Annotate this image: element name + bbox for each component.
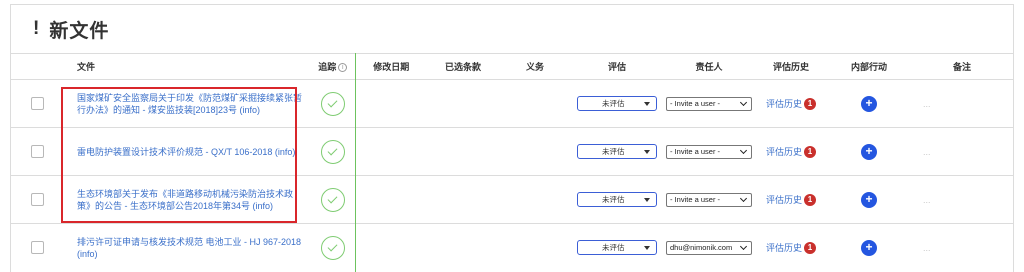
table-header-row: 文件 追踪 i 修改日期 已选条款 义务 评估 责任人 评估历史 内部行动 备注 <box>11 53 1013 80</box>
section-title: 新文件 <box>49 20 110 42</box>
evaluation-select[interactable]: 未评估 <box>577 96 657 111</box>
evaluation-value: 未评估 <box>602 147 625 156</box>
evaluation-select[interactable]: 未评估 <box>577 240 657 256</box>
caret-down-icon <box>644 149 650 154</box>
caret-down-icon <box>644 101 650 106</box>
plus-icon[interactable]: + <box>861 95 877 112</box>
history-count-badge: 1 <box>804 97 816 110</box>
evaluation-column-header: 评估 <box>571 53 663 80</box>
note-cell[interactable]: ... <box>911 223 1013 272</box>
selected-clauses-column-header: 已选条款 <box>427 53 499 80</box>
history-link[interactable]: 评估历史 <box>766 195 802 205</box>
history-link[interactable]: 评估历史 <box>766 243 802 253</box>
modified-cell <box>355 127 427 176</box>
table-row: 国家煤矿安全监察局关于印发《防范煤矿采掘接续紧张暂行办法》的通知 - 煤安监技装… <box>11 79 1013 128</box>
note-cell[interactable]: ... <box>911 127 1013 176</box>
selected-clauses-cell <box>427 175 499 224</box>
check-circle-icon[interactable] <box>320 139 345 164</box>
document-link[interactable]: 生态环境部关于发布《非道路移动机械污染防治技术政策》的公告 - 生态环境部公告2… <box>77 188 303 212</box>
note-cell[interactable]: ... <box>911 79 1013 128</box>
duty-cell <box>499 127 571 176</box>
history-count-badge: 1 <box>804 193 816 206</box>
evaluation-value: 未评估 <box>602 99 625 108</box>
alert-icon: ! <box>33 18 40 39</box>
selected-clauses-cell <box>427 223 499 272</box>
duty-cell <box>499 223 571 272</box>
selected-clauses-cell <box>427 79 499 128</box>
history-column-header: 评估历史 <box>755 53 827 80</box>
row-checkbox[interactable] <box>30 241 44 255</box>
modified-cell <box>355 79 427 128</box>
document-link[interactable]: 国家煤矿安全监察局关于印发《防范煤矿采掘接续紧张暂行办法》的通知 - 煤安监技装… <box>77 92 303 116</box>
history-link[interactable]: 评估历史 <box>766 147 802 157</box>
note-column-header: 备注 <box>911 53 1013 80</box>
document-link[interactable]: 排污许可证申请与核发技术规范 电池工业 - HJ 967-2018 (info) <box>77 236 303 260</box>
plus-icon[interactable]: + <box>861 191 877 208</box>
chevron-down-icon <box>739 194 748 202</box>
duty-column-header: 义务 <box>499 53 571 80</box>
section-header: ! 新文件 <box>11 5 1013 53</box>
note-cell[interactable]: ... <box>911 175 1013 224</box>
check-circle-icon[interactable] <box>320 235 345 260</box>
chevron-down-icon <box>739 242 748 250</box>
caret-down-icon <box>644 197 650 202</box>
new-documents-panel: ! 新文件 文件 追踪 i 修改日期 已选条款 义务 评估 责任人 评估历史 内… <box>10 4 1014 272</box>
document-link[interactable]: 雷电防护装置设计技术评价规范 - QX/T 106-2018 (info) <box>77 146 303 158</box>
owner-select[interactable]: dhu@nimonik.com <box>666 240 752 255</box>
tracking-column-label: 追踪 <box>318 62 337 72</box>
chevron-down-icon <box>739 98 748 106</box>
plus-icon[interactable]: + <box>861 239 877 256</box>
modified-column-header: 修改日期 <box>355 53 427 80</box>
select-column-header <box>11 53 63 80</box>
row-checkbox[interactable] <box>30 97 44 110</box>
history-count-badge: 1 <box>804 241 816 254</box>
caret-down-icon <box>644 245 650 250</box>
history-count-badge: 1 <box>804 145 816 158</box>
chevron-down-icon <box>739 146 748 154</box>
action-column-header: 内部行动 <box>827 53 911 80</box>
owner-select[interactable]: - Invite a user - <box>666 144 752 159</box>
table-row: 排污许可证申请与核发技术规范 电池工业 - HJ 967-2018 (info)… <box>11 223 1013 272</box>
check-circle-icon[interactable] <box>320 187 345 212</box>
duty-cell <box>499 175 571 224</box>
table-row: 雷电防护装置设计技术评价规范 - QX/T 106-2018 (info) 未评… <box>11 127 1013 176</box>
documents-table: 文件 追踪 i 修改日期 已选条款 义务 评估 责任人 评估历史 内部行动 备注 … <box>11 53 1013 272</box>
owner-value: - Invite a user - <box>670 147 721 156</box>
evaluation-select[interactable]: 未评估 <box>577 144 657 159</box>
table-row: 生态环境部关于发布《非道路移动机械污染防治技术政策》的公告 - 生态环境部公告2… <box>11 175 1013 224</box>
check-circle-icon[interactable] <box>320 91 345 116</box>
modified-cell <box>355 223 427 272</box>
evaluation-value: 未评估 <box>602 243 625 253</box>
owner-select[interactable]: - Invite a user - <box>666 192 752 207</box>
plus-icon[interactable]: + <box>861 143 877 160</box>
owner-value: - Invite a user - <box>670 99 721 108</box>
tracking-column-header: 追踪 i <box>311 53 356 80</box>
owner-select[interactable]: - Invite a user - <box>666 96 752 111</box>
owner-value: - Invite a user - <box>670 195 721 204</box>
selected-clauses-cell <box>427 127 499 176</box>
row-checkbox[interactable] <box>30 193 44 206</box>
evaluation-value: 未评估 <box>602 195 625 204</box>
owner-column-header: 责任人 <box>663 53 755 80</box>
modified-cell <box>355 175 427 224</box>
owner-value: dhu@nimonik.com <box>670 243 733 253</box>
document-column-header: 文件 <box>63 53 311 80</box>
history-link[interactable]: 评估历史 <box>766 99 802 109</box>
info-icon[interactable]: i <box>338 63 348 73</box>
row-checkbox[interactable] <box>30 145 44 158</box>
duty-cell <box>499 79 571 128</box>
evaluation-select[interactable]: 未评估 <box>577 192 657 207</box>
